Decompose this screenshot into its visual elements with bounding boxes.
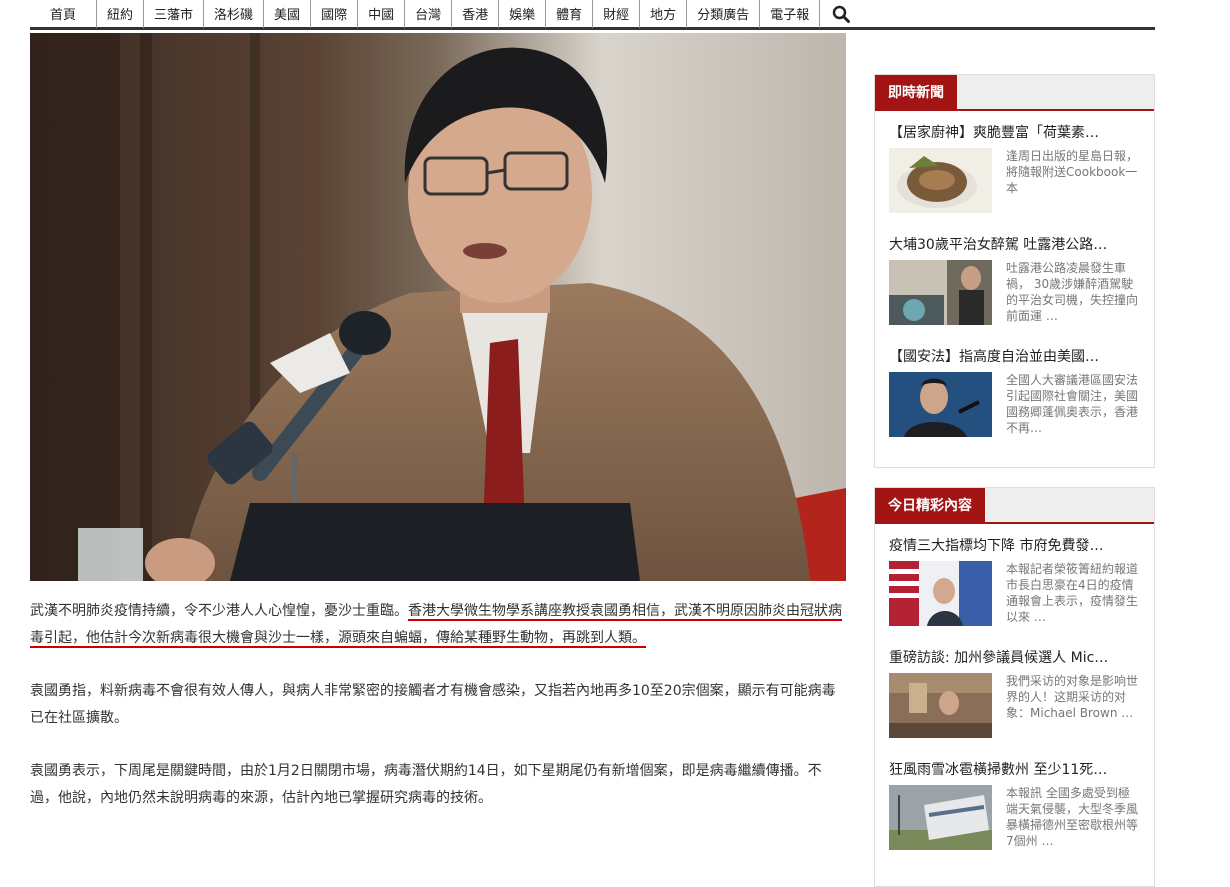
thumb-speaker: [889, 372, 992, 437]
article-paragraph-1: 武漢不明肺炎疫情持續，令不少港人人心惶惶，憂沙士重臨。香港大學微生物學系講座教授…: [30, 598, 846, 652]
article-lead-text: 武漢不明肺炎疫情持續，令不少港人人心惶惶，憂沙士重臨。: [30, 603, 408, 619]
news-item-snippet: 我們采访的对象是影响世界的人！这期采访的对象：Michael Brown …: [1006, 674, 1139, 720]
news-item-title[interactable]: 疫情三大指標均下降 市府免費發…: [889, 536, 1140, 556]
nav-item-taiwan[interactable]: 台灣: [405, 0, 453, 28]
nav-item-classifieds[interactable]: 分類廣告: [687, 0, 761, 28]
breaking-news-box: 即時新聞 【居家廚神】爽脆豐富「荷葉素… 逢周日出版的星島日報，將隨報附送Coo…: [874, 74, 1155, 468]
news-item[interactable]: 【國安法】指高度自治並由美國… 全國人大審議港區國安法引起國際社會關注，美國國務…: [875, 347, 1154, 452]
news-item[interactable]: 疫情三大指標均下降 市府免費發… 本報記者榮筱箐紐約報道 市長白思豪在4日的疫情…: [875, 536, 1154, 641]
news-item-snippet: 逢周日出版的星島日報，將隨報附送Cookbook一本: [1006, 149, 1139, 195]
nav-item-losangeles[interactable]: 洛杉磯: [204, 0, 265, 28]
news-item[interactable]: 狂風雨雪冰雹橫掃數州 至少11死… 本報訊 全國多處受到極端天氣侵襲，大型冬季風…: [875, 760, 1154, 865]
nav-item-hongkong[interactable]: 香港: [452, 0, 500, 28]
news-item[interactable]: 重磅訪談: 加州參議員候選人 Mic… 我們采访的对象是影响世界的人！这期采访的…: [875, 648, 1154, 753]
news-thumbnail[interactable]: [889, 372, 992, 437]
article-paragraph-2: 袁國勇指，料新病毒不會很有效人傳人，與病人非常緊密的接觸者才有機會感染，又指若內…: [30, 683, 836, 726]
nav-item-sanfrancisco[interactable]: 三藩市: [144, 0, 205, 28]
nav-item-sports[interactable]: 體育: [546, 0, 594, 28]
news-thumbnail[interactable]: [889, 260, 992, 325]
news-item-title[interactable]: 狂風雨雪冰雹橫掃數州 至少11死…: [889, 760, 1140, 780]
nav-item-international[interactable]: 國際: [311, 0, 359, 28]
news-item[interactable]: 大埔30歲平治女醉駕 吐露港公路… 吐露港公路凌晨發生車禍， 30歲涉嫌醉酒駕駛…: [875, 235, 1154, 340]
news-item-title[interactable]: 重磅訪談: 加州參議員候選人 Mic…: [889, 648, 1140, 668]
search-icon: [832, 5, 851, 23]
nav-item-finance[interactable]: 財經: [593, 0, 641, 28]
news-item[interactable]: 【居家廚神】爽脆豐富「荷葉素… 逢周日出版的星島日報，將隨報附送Cookbook…: [875, 123, 1154, 228]
speaker-photo: [30, 33, 846, 581]
top-nav: 首頁 紐約 三藩市 洛杉磯 美國 國際 中國 台灣 香港 娛樂 體育 財經 地方…: [30, 0, 1155, 30]
article-body: 武漢不明肺炎疫情持續，令不少港人人心惶惶，憂沙士重臨。香港大學微生物學系講座教授…: [30, 598, 846, 838]
news-thumbnail[interactable]: [889, 561, 992, 626]
nav-item-china[interactable]: 中國: [358, 0, 406, 28]
news-item-snippet: 全國人大審議港區國安法引起國際社會關注，美國國務卿蓬佩奧表示，香港不再…: [1006, 373, 1139, 435]
news-thumbnail[interactable]: [889, 148, 992, 213]
thumb-lotus-rice-dish: [889, 148, 992, 213]
nav-item-newyork[interactable]: 紐約: [97, 0, 145, 28]
article-hero-photo: [30, 33, 846, 581]
article-paragraph-3: 袁國勇表示，下周尾是關鍵時間，由於1月2日關閉市場，病毒潛伏期約14日，如下星期…: [30, 763, 822, 806]
news-item-snippet: 吐露港公路凌晨發生車禍， 30歲涉嫌醉酒駕駛的平治女司機，失控撞向前面運 …: [1006, 261, 1139, 323]
search-button[interactable]: [828, 0, 854, 28]
thumb-press-briefing: [889, 561, 992, 626]
nav-item-local[interactable]: 地方: [640, 0, 688, 28]
news-item-snippet: 本報記者榮筱箐紐約報道 市長白思豪在4日的疫情通報會上表示，疫情發生以來 …: [1006, 562, 1139, 624]
news-item-title[interactable]: 大埔30歲平治女醉駕 吐露港公路…: [889, 235, 1140, 255]
nav-item-entertainment[interactable]: 娛樂: [499, 0, 547, 28]
thumb-storm-damage: [889, 785, 992, 850]
thumb-car-crash: [889, 260, 992, 325]
featured-content-title: 今日精彩內容: [875, 488, 985, 524]
news-item-title[interactable]: 【國安法】指高度自治並由美國…: [889, 347, 1140, 367]
featured-content-box: 今日精彩內容 疫情三大指標均下降 市府免費發… 本報記者榮筱箐紐約報道 市長白思…: [874, 487, 1155, 887]
nav-item-home[interactable]: 首頁: [30, 0, 97, 28]
nav-item-enewsletter[interactable]: 電子報: [760, 0, 821, 28]
featured-content-header: 今日精彩內容: [875, 488, 1154, 524]
news-item-snippet: 本報訊 全國多處受到極端天氣侵襲，大型冬季風暴橫掃德州至密歇根州等7個州 …: [1006, 786, 1139, 848]
nav-item-usa[interactable]: 美國: [264, 0, 312, 28]
news-item-title[interactable]: 【居家廚神】爽脆豐富「荷葉素…: [889, 123, 1140, 143]
breaking-news-title: 即時新聞: [875, 75, 957, 111]
news-thumbnail[interactable]: [889, 673, 992, 738]
breaking-news-header: 即時新聞: [875, 75, 1154, 111]
news-thumbnail[interactable]: [889, 785, 992, 850]
thumb-interview: [889, 673, 992, 738]
